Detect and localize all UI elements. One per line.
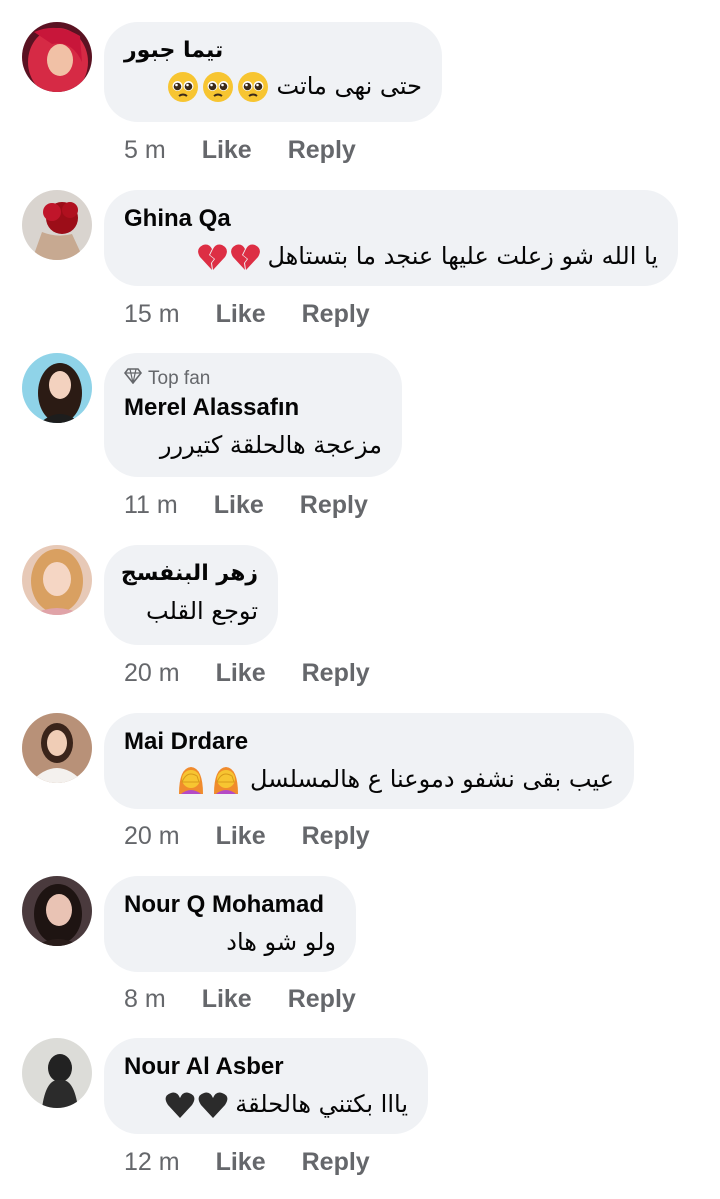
top-fan-label: Top fan [148,368,211,389]
commenter-name[interactable]: Nour Al Asber [124,1052,408,1082]
commenter-name[interactable]: Mai Drdare [124,727,614,757]
reply-button[interactable]: Reply [302,1148,370,1177]
like-button[interactable]: Like [216,822,266,851]
reply-button[interactable]: Reply [302,300,370,329]
commenter-name[interactable]: Ghina Qa [124,204,658,234]
avatar[interactable] [22,190,92,260]
comment-text-content: يااا بكتني هالحلقة [235,1090,408,1118]
comment-text: مزعجة هالحلقة كتيررر [124,427,382,463]
comment-text-content: مزعجة هالحلقة كتيررر [159,431,382,459]
comment-time[interactable]: 15 m [124,300,180,329]
comment-bubble: Top fan Merel Alassafın مزعجة هالحلقة كت… [104,353,402,477]
comment-text: ولو شو هاد [124,924,336,960]
avatar[interactable] [22,713,92,783]
comment-bubble: Ghina Qa يا الله شو زعلت عليها عنجد ما ب… [104,190,678,286]
comment-actions: 15 m Like Reply [124,300,370,329]
comment-text-content: عيب بقى نشفو دموعنا ع هالمسلسل [250,765,614,793]
comment-text-content: يا الله شو زعلت عليها عنجد ما بتستاهل [267,242,658,270]
commenter-name[interactable]: تيما جبور [124,36,224,66]
reply-button[interactable]: Reply [302,822,370,851]
comment-actions: 12 m Like Reply [124,1148,370,1177]
comment-text: توجع القلب [124,593,258,629]
commenter-name[interactable]: زهر البنفسج [121,559,258,589]
comment-time[interactable]: 20 m [124,822,180,851]
like-button[interactable]: Like [202,985,252,1014]
avatar[interactable] [22,545,92,615]
comment-text-content: حتى نهى ماتت [276,72,423,100]
like-button[interactable]: Like [214,491,264,520]
black-heart-icon [165,1091,228,1119]
comment-time[interactable]: 11 m [124,491,178,520]
commenter-name[interactable]: Nour Q Mohamad [124,890,336,920]
comment-bubble: زهر البنفسج توجع القلب [104,545,278,645]
top-fan-badge: Top fan [123,367,382,391]
comment-text: يااا بكتني هالحلقة [124,1086,408,1122]
avatar[interactable] [22,22,92,92]
comment-bubble: تيما جبور حتى نهى ماتت [104,22,442,122]
like-button[interactable]: Like [216,659,266,688]
broken-heart-icon [197,243,260,271]
reply-button[interactable]: Reply [288,985,356,1014]
comment-text-content: توجع القلب [146,597,258,625]
diamond-icon [123,367,143,391]
like-button[interactable]: Like [216,300,266,329]
facepalm-icon [175,764,242,796]
comment-actions: 20 m Like Reply [124,822,370,851]
comment-time[interactable]: 12 m [124,1148,180,1177]
avatar[interactable] [22,353,92,423]
comment-bubble: Nour Al Asber يااا بكتني هالحلقة [104,1038,428,1134]
comment-time[interactable]: 20 m [124,659,180,688]
comment-actions: 11 m Like Reply [124,491,368,520]
comment-text: يا الله شو زعلت عليها عنجد ما بتستاهل [124,238,658,274]
reply-button[interactable]: Reply [300,491,368,520]
comment-bubble: Nour Q Mohamad ولو شو هاد [104,876,356,972]
comment-time[interactable]: 8 m [124,985,166,1014]
reply-button[interactable]: Reply [302,659,370,688]
avatar[interactable] [22,1038,92,1108]
comment-text: حتى نهى ماتت [124,68,422,104]
comment-actions: 20 m Like Reply [124,659,370,688]
like-button[interactable]: Like [202,136,252,165]
comment-text-content: ولو شو هاد [226,928,336,956]
comment-bubble: Mai Drdare عيب بقى نشفو دموعنا ع هالمسلس… [104,713,634,809]
comment-time[interactable]: 5 m [124,136,166,165]
reply-button[interactable]: Reply [288,136,356,165]
avatar[interactable] [22,876,92,946]
comment-actions: 5 m Like Reply [124,136,356,165]
comment-text: عيب بقى نشفو دموعنا ع هالمسلسل [124,761,614,797]
like-button[interactable]: Like [216,1148,266,1177]
comment-actions: 8 m Like Reply [124,985,356,1014]
commenter-name[interactable]: Merel Alassafın [124,393,382,423]
pleading-face-icon [167,71,269,103]
